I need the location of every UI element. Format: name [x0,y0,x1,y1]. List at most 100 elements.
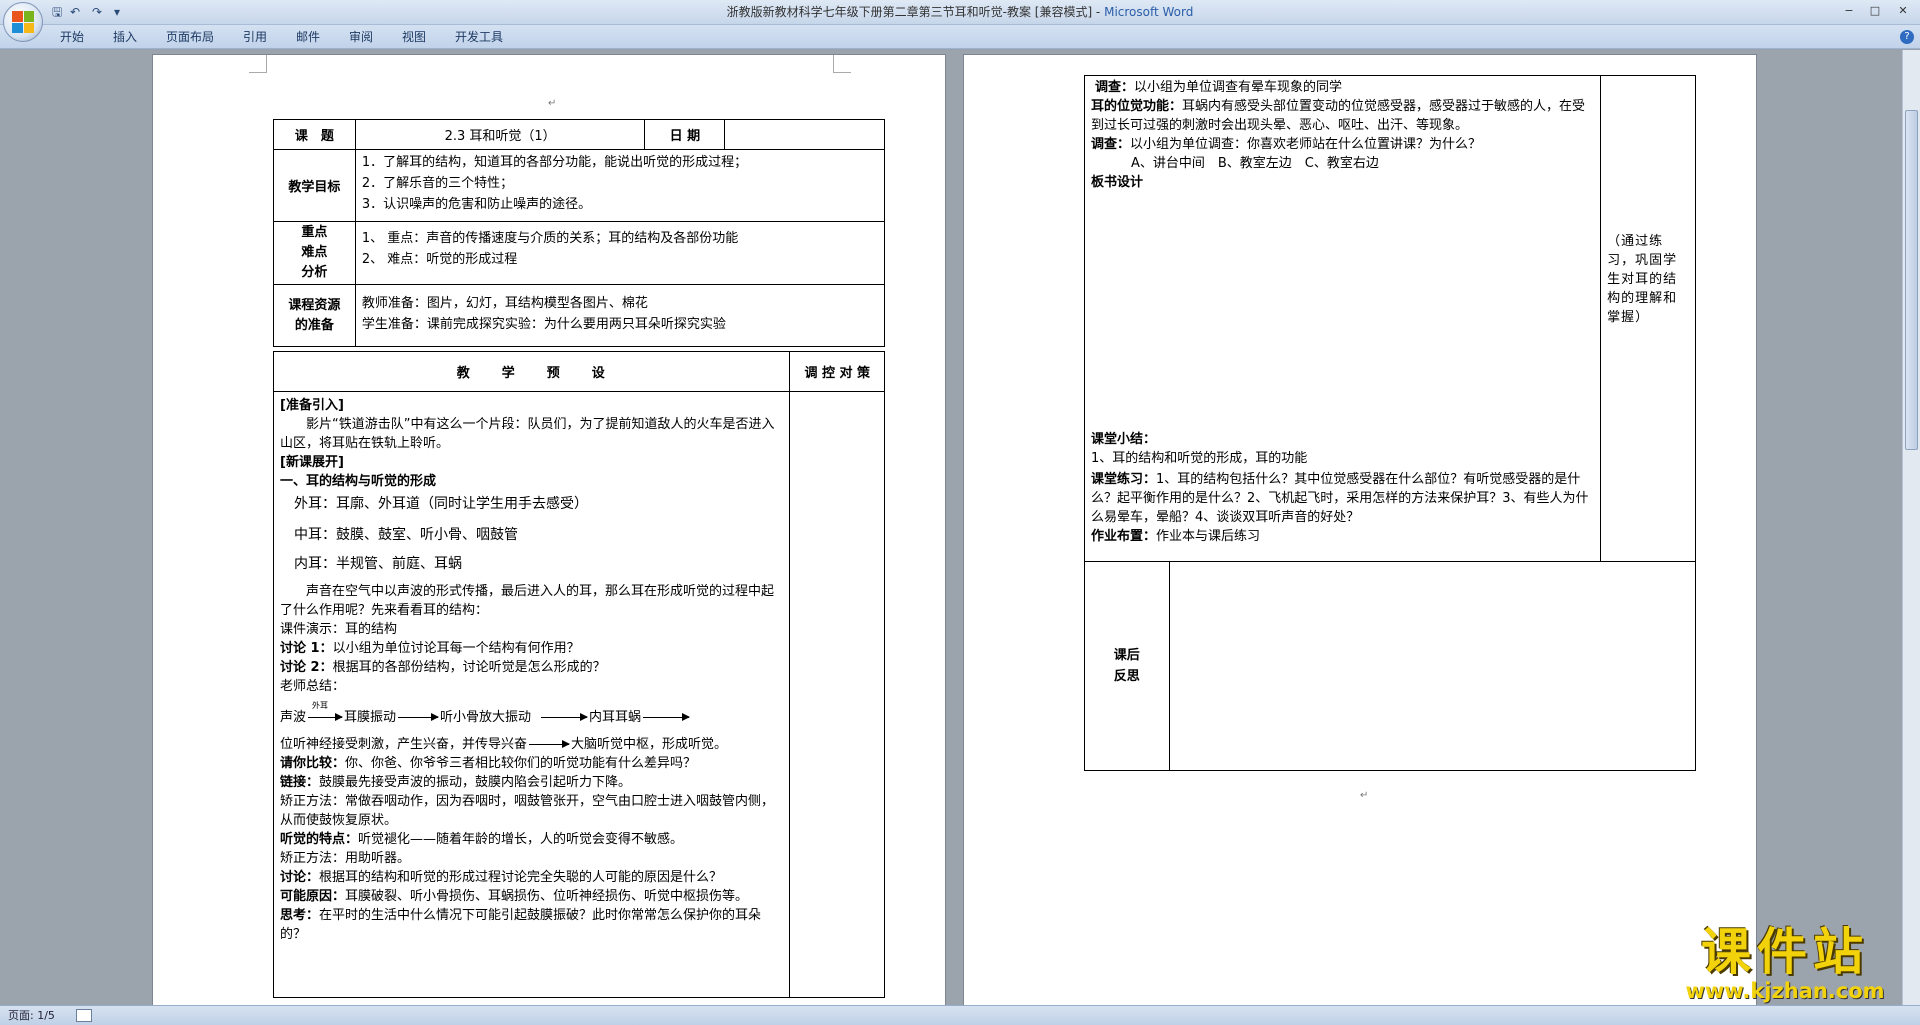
date-label: 日 期 [644,119,726,150]
tab-review[interactable]: 审阅 [349,29,373,45]
tab-insert[interactable]: 插入 [113,29,137,45]
discussion-1-label: 讨论 1： [280,641,333,656]
hearing-feature-label: 听觉的特点： [280,832,359,847]
hearing-feature-line: 听觉的特点：听觉褪化——随着年龄的增长，人的听觉会变得不敏感。 [280,830,783,849]
office-logo-icon [12,11,34,33]
outer-ear-text: 外耳：耳廓、外耳道（同时让学生用手去感受） [294,496,588,512]
title-bar: 🖫 ↶ ↷ ▾ 浙教版新教材科学七年级下册第二章第三节耳和听觉-教案 [兼容模式… [0,0,1920,25]
status-bar: 页面: 1/5 [0,1005,1920,1025]
flow-step: 声波 [280,710,307,725]
help-icon[interactable]: ? [1900,30,1914,44]
section-heading: 一、耳的结构与听觉的形成 [280,474,437,489]
board-design-label: 板书设计 [1091,175,1144,190]
tab-home[interactable]: 开始 [60,29,84,45]
resource-item: 学生准备：课前完成探究实验：为什么要用两只耳朵听探究实验 [361,317,726,332]
board-design-area[interactable] [1091,192,1594,430]
tab-page-layout[interactable]: 页面布局 [166,29,214,45]
flow-2-text: 大脑听觉中枢，形成听觉。 [571,737,728,752]
watermark-text: 课件站 [1701,923,1869,981]
reflection-table: 课后反思 [1085,562,1695,770]
document-page-2[interactable]: 调查：以小组为单位调查有晕车现象的同学 耳的位觉功能：耳蜗内有感受头部位置变动的… [963,54,1757,1014]
vertical-scrollbar[interactable] [1902,50,1920,1005]
think-line: 思考：在平时的生活中什么情况下可能引起鼓膜振破？此时你常常怎么保护你的耳朵的？ [280,906,783,944]
summary-label: 课堂小结： [1091,432,1157,447]
intro-text: 影片“铁道游击队”中有这么一个片段：队员们，为了提前知道敌人的火车是否进入山区，… [280,417,775,451]
cause-label: 可能原因： [280,889,346,904]
goal-item: 2．了解乐音的三个特性； [361,176,514,191]
resources-content[interactable]: 教师准备：图片，幻灯，耳结构模型各图片、棉花 学生准备：课前完成探究实验：为什么… [354,284,886,347]
page2-strategy-column[interactable]: （通过练习，巩固学生对耳的结构的理解和掌握） [1600,75,1696,562]
window-title: 浙教版新教材科学七年级下册第二章第三节耳和听觉-教案 [兼容模式] - Micr… [0,3,1920,21]
think-label: 思考： [280,908,320,923]
date-value[interactable] [724,119,885,150]
resource-item: 教师准备：图片，幻灯，耳结构模型各图片、棉花 [361,296,648,311]
middle-ear-text: 中耳：鼓膜、鼓室、听小骨、咽鼓管 [294,527,518,543]
cause-text: 耳膜破裂、听小骨损伤、耳蜗损伤、位听神经损伤、听觉中枢损伤等。 [345,889,749,904]
tab-references[interactable]: 引用 [243,29,267,45]
watermark-url: www.kjzhan.com [1685,979,1885,1003]
keypoints-content[interactable]: 1、 重点：声音的传播速度与介质的关系；耳的结构及各部份功能 2、 难点：听觉的… [354,221,886,285]
flow-arrow [643,713,691,721]
reflection-label: 课后反思 [1085,562,1170,770]
discussion-2-label: 讨论 2： [280,660,333,675]
survey-2-line: 调查：以小组为单位调查：你喜欢老师站在什么位置讲课？为什么？ [1091,135,1594,154]
design-header: 教 学 预 设 [272,351,791,392]
fix-method-2: 矫正方法：用助听器。 [280,851,411,866]
compare-line: 请你比较：你、你爸、你爷爷三者相比较你们的听觉功能有什么差异吗？ [280,754,783,773]
flow-step: 内耳耳蜗 [589,710,642,725]
page-counter[interactable]: 页面: 1/5 [8,1009,55,1023]
flow-2-text: 位听神经接受刺激，产生兴奋，并传导兴奋 [280,737,528,752]
lesson-design-content[interactable]: [准备引入] 影片“铁道游击队”中有这么一个片段：队员们，为了提前知道敌人的火车… [272,391,791,998]
practice-note: （通过练习，巩固学生对耳的结构的理解和掌握） [1607,234,1678,325]
goals-content[interactable]: 1．了解耳的结构，知道耳的各部分功能，能说出听觉的形成过程； 2．了解乐音的三个… [354,149,886,222]
reflection-row: 课后反思 [1084,561,1696,771]
strategy-content[interactable] [789,391,885,998]
fix-method-1: 矫正方法：常做吞咽动作，因为吞咽时，咽鼓管张开，空气由口腔士进入咽鼓管内侧，从而… [280,794,775,828]
intro-label: [准备引入] [280,398,344,413]
goal-item: 3．认识噪声的危害和防止噪声的途径。 [361,197,592,212]
courseware-text: 课件演示：耳的结构 [280,622,398,637]
discussion-3-text: 根据耳的结构和听觉的形成过程讨论完全失聪的人可能的原因是什么？ [319,870,723,885]
topic-value[interactable]: 2.3 耳和听觉（1） [354,119,646,150]
page2-main-table: 调查：以小组为单位调查有晕车现象的同学 耳的位觉功能：耳蜗内有感受头部位置变动的… [1083,75,1696,771]
tab-developer[interactable]: 开发工具 [455,29,503,45]
discussion-3: 讨论：根据耳的结构和听觉的形成过程讨论完全失聪的人可能的原因是什么？ [280,868,783,887]
keypoint-item: 2、 难点：听觉的形成过程 [361,252,518,267]
lesson-plan-header-table: 课 题 2.3 耳和听觉（1） 日 期 教学目标 1．了解耳的结构，知道耳的各部… [273,119,886,347]
document-page-1[interactable]: ↵ 课 题 2.3 耳和听觉（1） 日 期 教学目标 1．了解耳的结构，知道耳的… [152,54,946,1014]
scrollbar-thumb[interactable] [1905,110,1918,450]
flow-arrow [541,713,589,721]
compare-label: 请你比较： [280,756,346,771]
teacher-summary: 老师总结： [280,679,346,694]
keypoint-item: 1、 重点：声音的传播速度与介质的关系；耳的结构及各部份功能 [361,231,739,246]
tab-view[interactable]: 视图 [402,29,426,45]
homework-label: 作业布置： [1091,529,1157,544]
goal-item: 1．了解耳的结构，知道耳的各部分功能，能说出听觉的形成过程； [361,155,748,170]
document-name: 浙教版新教材科学七年级下册第二章第三节耳和听觉-教案 [兼容模式] - [726,5,1105,19]
exercise-line: 课堂练习：1、耳的结构包括什么？其中位觉感受器在什么部位？有听觉感受器的是什么？… [1091,470,1594,527]
tab-mailings[interactable]: 邮件 [296,29,320,45]
paragraph-mark: ↵ [1360,790,1369,801]
flow-arrow [308,713,344,721]
link-text: 鼓膜最先接受声波的振动，鼓膜内陷会引起听力下降。 [319,775,632,790]
inner-ear-text: 内耳：半规管、前庭、耳蜗 [294,556,462,572]
flow-line-2: 位听神经接受刺激，产生兴奋，并传导兴奋 大脑听觉中枢，形成听觉。 [280,735,783,754]
proofing-icon[interactable] [76,1009,92,1022]
minimize-button[interactable]: − [1836,3,1862,19]
margin-corner-mark [249,55,267,73]
survey-1-text: 以小组为单位调查有晕车现象的同学 [1134,80,1343,95]
keypoints-label: 重点难点分析 [273,221,356,285]
sound-paragraph: 声音在空气中以声波的形式传播，最后进入人的耳，那么耳在形成听觉的过程中起了什么作… [280,584,775,618]
reflection-content[interactable] [1169,562,1695,770]
lesson-body-table: 教 学 预 设 调 控 对 策 [准备引入] 影片“铁道游击队”中有这么一个片段… [272,351,885,998]
close-button[interactable]: ✕ [1890,3,1916,19]
office-button[interactable] [3,2,43,42]
ear-function-line: 耳的位觉功能：耳蜗内有感受头部位置变动的位觉感受器，感受器过于敏感的人，在受到过… [1091,97,1594,135]
flow-arrow-label: 外耳 [312,701,329,710]
hearing-feature-text: 听觉褪化——随着年龄的增长，人的听觉会变得不敏感。 [358,832,684,847]
resources-label: 课程资源的准备 [273,284,356,347]
hearing-flow-diagram: 声波 外耳 耳膜振动 听小骨放大振动 内耳耳蜗 [280,701,783,731]
page2-content[interactable]: 调查：以小组为单位调查有晕车现象的同学 耳的位觉功能：耳蜗内有感受头部位置变动的… [1083,75,1602,562]
maximize-button[interactable]: □ [1862,3,1888,19]
survey-options: A、讲台中间 B、教室左边 C、教室右边 [1131,156,1379,171]
